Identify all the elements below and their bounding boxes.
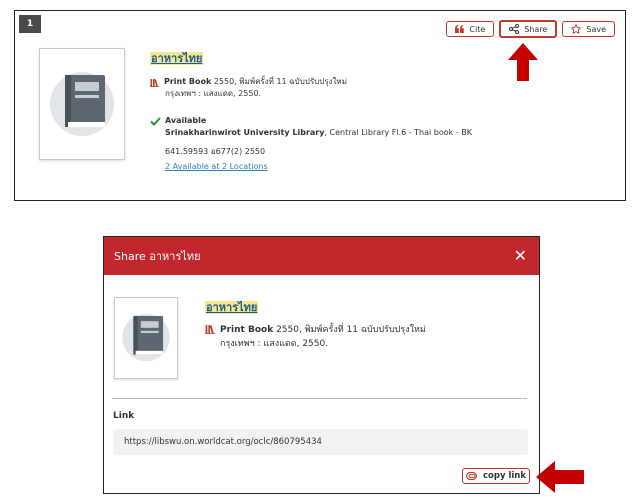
save-button[interactable]: Save [562, 21, 615, 37]
call-number: 641.59593 อ677(2) 2550 [165, 147, 266, 156]
format-label: Print Book [164, 77, 212, 86]
result-actions: Cite Share Save [446, 20, 615, 38]
format-label: Print Book [220, 324, 274, 335]
share-dialog-title: Share อาหารไทย [114, 250, 201, 263]
annotation-arrow-left [536, 461, 584, 493]
result-title-link[interactable]: อาหารไทย [150, 49, 204, 67]
share-button[interactable]: Share [499, 20, 558, 38]
locations-link[interactable]: 2 Available at 2 Locations [165, 162, 268, 171]
quote-icon [455, 25, 465, 33]
book-shelf-icon [205, 319, 215, 338]
book-cover-thumbnail [114, 297, 178, 379]
link-label: Link [113, 411, 135, 421]
link-icon [466, 472, 477, 480]
annotation-arrow-up [508, 43, 538, 81]
library-location: Srinakharinwirot University Library, Cen… [165, 128, 472, 137]
share-link-field[interactable]: https://libswu.on.worldcat.org/oclc/8607… [113, 429, 528, 455]
divider [112, 398, 527, 399]
publisher-text: กรุงเทพฯ : แสงแดด, 2550. [165, 89, 262, 98]
book-shelf-icon [150, 72, 159, 91]
title-highlight: อาหารไทย [205, 301, 259, 314]
search-result-card: 1 Cite Share Save อาหารไทย Print Book 25… [14, 10, 626, 201]
book-cover-icon [47, 67, 117, 141]
cite-label: Cite [469, 24, 486, 34]
copy-link-button[interactable]: copy link [462, 468, 530, 484]
star-icon [571, 24, 582, 34]
publisher-text: กรุงเทพฯ : แสงแดด, 2550. [220, 339, 329, 349]
share-dialog-header: Share อาหารไทย ✕ [104, 237, 539, 275]
share-item-title[interactable]: อาหารไทย [205, 298, 259, 316]
share-icon [509, 24, 520, 34]
checkmark-icon [150, 111, 161, 130]
close-icon[interactable]: ✕ [514, 248, 527, 264]
availability-status: Available [165, 116, 207, 125]
save-label: Save [586, 24, 606, 34]
book-cover-thumbnail[interactable] [39, 48, 125, 160]
edition-text: 2550, พิมพ์ครั้งที่ 11 ฉบับปรับปรุงใหม่ [213, 77, 347, 86]
library-name: Srinakharinwirot University Library [165, 128, 325, 137]
edition-text: 2550, พิมพ์ครั้งที่ 11 ฉบับปรับปรุงใหม่ [276, 324, 426, 335]
result-index-badge: 1 [19, 15, 41, 33]
title-highlight: อาหารไทย [150, 52, 204, 65]
book-cover-icon [120, 310, 172, 366]
share-dialog: Share อาหารไทย ✕ อาหารไทย Print Book 255… [103, 236, 540, 494]
cite-button[interactable]: Cite [446, 21, 495, 37]
share-label: Share [524, 24, 548, 34]
shelf-location: , Central Library Fl.6 - Thai book - BK [324, 128, 472, 137]
copy-link-label: copy link [483, 471, 526, 481]
